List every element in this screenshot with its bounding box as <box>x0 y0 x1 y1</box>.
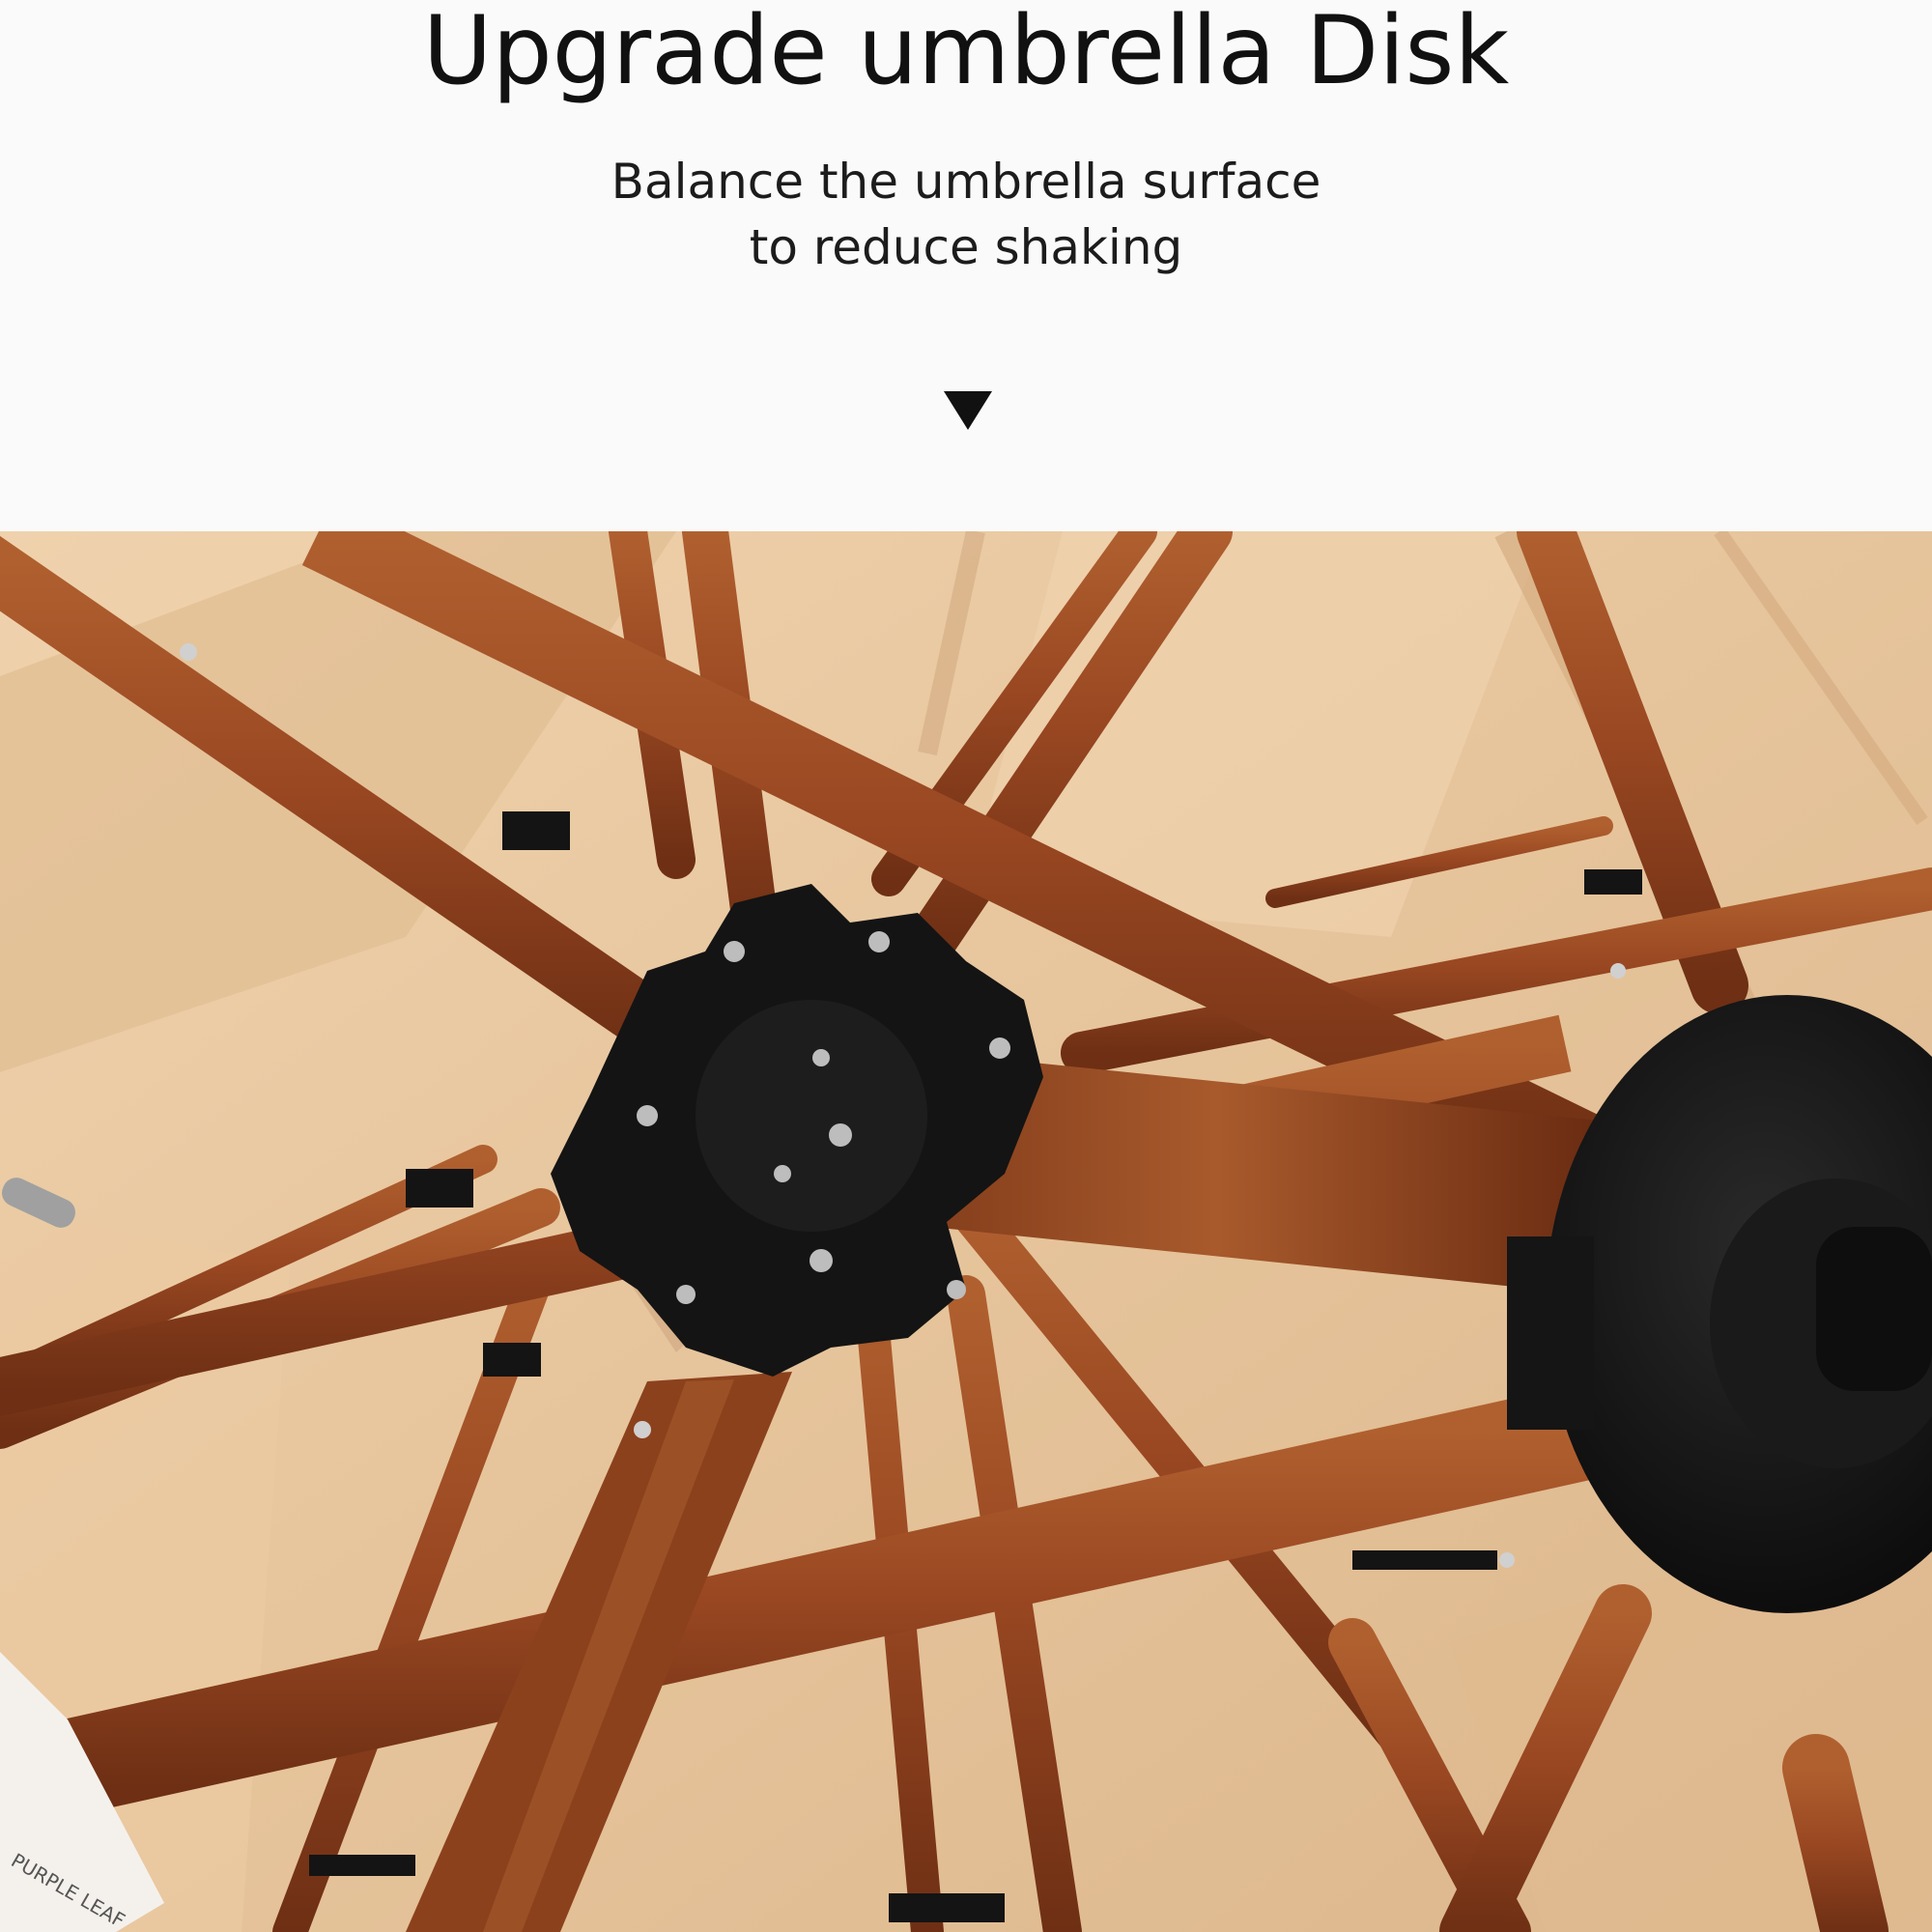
feature-header: Upgrade umbrella Disk Balance the umbrel… <box>0 0 1932 531</box>
feature-title: Upgrade umbrella Disk <box>422 0 1510 106</box>
umbrella-hub-photo: PURPLE LEAF <box>0 531 1932 1932</box>
product-feature-image: Upgrade umbrella Disk Balance the umbrel… <box>0 0 1932 1932</box>
feature-subtitle-line-1: Balance the umbrella surface <box>611 154 1321 210</box>
feature-subtitle-line-2: to reduce shaking <box>749 219 1183 275</box>
triangle-down-icon <box>944 391 992 430</box>
